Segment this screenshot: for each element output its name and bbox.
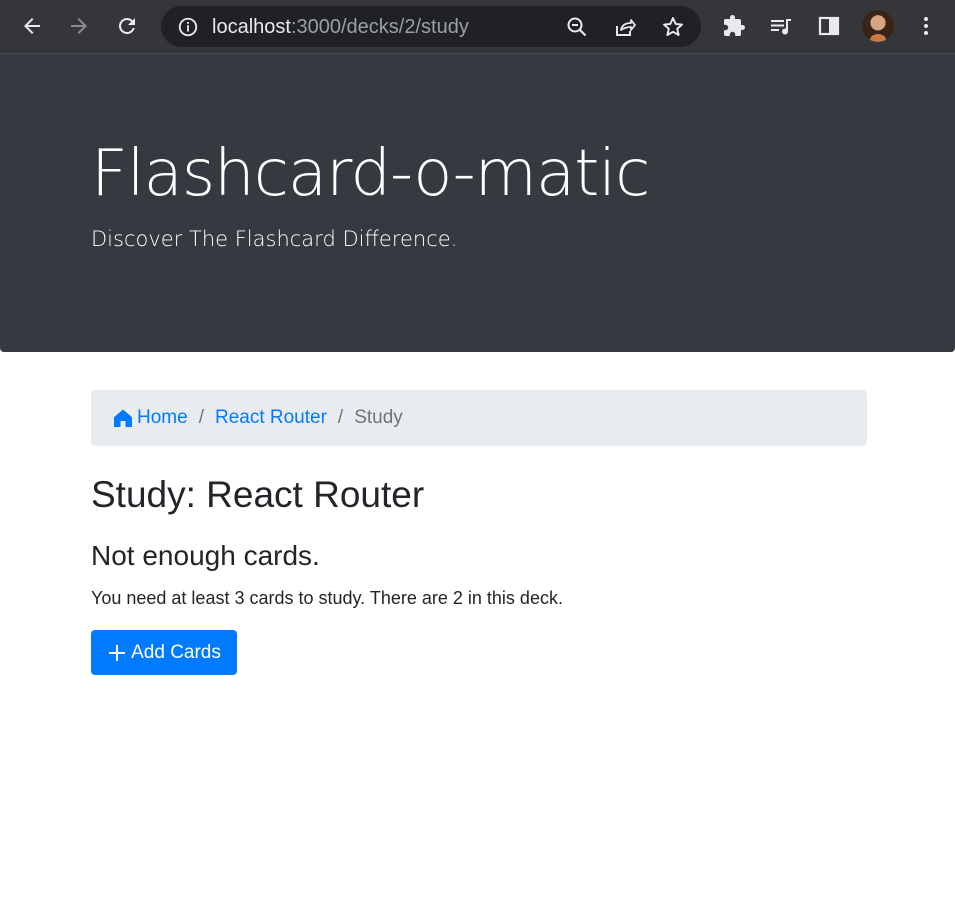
address-bar[interactable]: localhost:3000/decks/2/study [161,6,701,47]
back-icon[interactable] [16,10,48,42]
add-cards-button[interactable]: Add Cards [91,630,237,675]
url-host: localhost [212,16,291,38]
breadcrumb-separator: / [198,407,204,428]
app-title: Flashcard-o-matic [91,137,650,211]
forward-icon[interactable] [63,10,95,42]
jumbotron-header: Flashcard-o-matic Discover The Flashcard… [0,54,955,352]
media-queue-icon[interactable] [765,10,797,42]
extensions-icon[interactable] [718,10,750,42]
side-panel-icon[interactable] [813,10,845,42]
zoom-icon[interactable] [565,15,589,39]
breadcrumb-deck-link[interactable]: React Router [215,407,327,429]
url-path: :3000/decks/2/study [290,16,469,38]
url-text[interactable]: localhost:3000/decks/2/study [212,16,469,38]
bookmark-star-icon[interactable] [661,15,685,39]
share-icon[interactable] [613,15,637,39]
not-enough-cards-heading: Not enough cards. [91,540,320,571]
breadcrumb-separator: / [337,407,344,428]
not-enough-cards-message: You need at least 3 cards to study. Ther… [91,588,563,608]
breadcrumb: Home / React Router / Study [91,390,867,446]
breadcrumb-current: Study [354,407,403,428]
browser-toolbar: localhost:3000/decks/2/study [0,0,955,54]
app-tagline: Discover The Flashcard Difference. [91,227,458,251]
plus-icon [109,644,126,661]
breadcrumb-home-link[interactable]: Home [113,407,188,429]
home-icon [114,409,132,427]
site-info-icon[interactable] [177,16,199,38]
add-cards-label: Add Cards [131,641,221,663]
reload-icon[interactable] [111,10,143,42]
profile-avatar[interactable] [862,10,894,42]
page-title: Study: React Router [91,474,425,515]
menu-kebab-icon[interactable] [910,10,942,42]
breadcrumb-home-label: Home [137,407,188,428]
